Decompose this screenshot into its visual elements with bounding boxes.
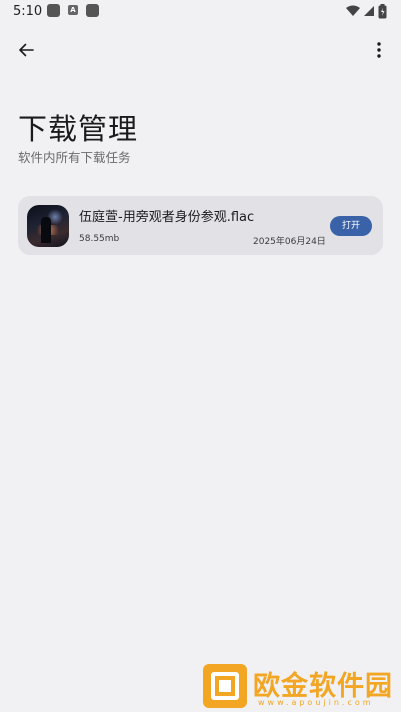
file-date: 2025年06月24日 xyxy=(253,237,326,247)
signal-icon xyxy=(364,6,374,16)
file-size: 58.55mb xyxy=(79,234,120,244)
file-name: 伍庭萱-用旁观者身份参观.flac xyxy=(79,210,255,225)
page-subtitle: 软件内所有下载任务 xyxy=(18,150,131,165)
more-vertical-icon xyxy=(377,42,381,58)
status-right xyxy=(346,3,387,19)
album-thumbnail xyxy=(27,205,69,247)
notification-a-icon: A xyxy=(68,5,78,15)
open-button[interactable]: 打开 xyxy=(330,216,372,236)
watermark-logo-icon xyxy=(203,664,247,708)
notification-icon-2 xyxy=(86,4,99,17)
arrow-left-icon xyxy=(19,43,34,57)
notification-icon xyxy=(47,4,60,17)
watermark: 欧金软件园 www.apoujin.com xyxy=(201,662,397,710)
status-bar: 5:10 A xyxy=(0,0,401,24)
page-title: 下载管理 xyxy=(18,112,139,146)
wifi-icon xyxy=(346,5,360,16)
status-time: 5:10 xyxy=(13,4,43,19)
battery-icon xyxy=(378,3,387,18)
more-options-button[interactable] xyxy=(365,36,393,64)
back-button[interactable] xyxy=(12,36,40,64)
download-item[interactable]: 伍庭萱-用旁观者身份参观.flac 58.55mb 2025年06月24日 打开 xyxy=(18,196,383,255)
watermark-url: www.apoujin.com xyxy=(258,698,374,707)
app-bar xyxy=(0,28,401,72)
